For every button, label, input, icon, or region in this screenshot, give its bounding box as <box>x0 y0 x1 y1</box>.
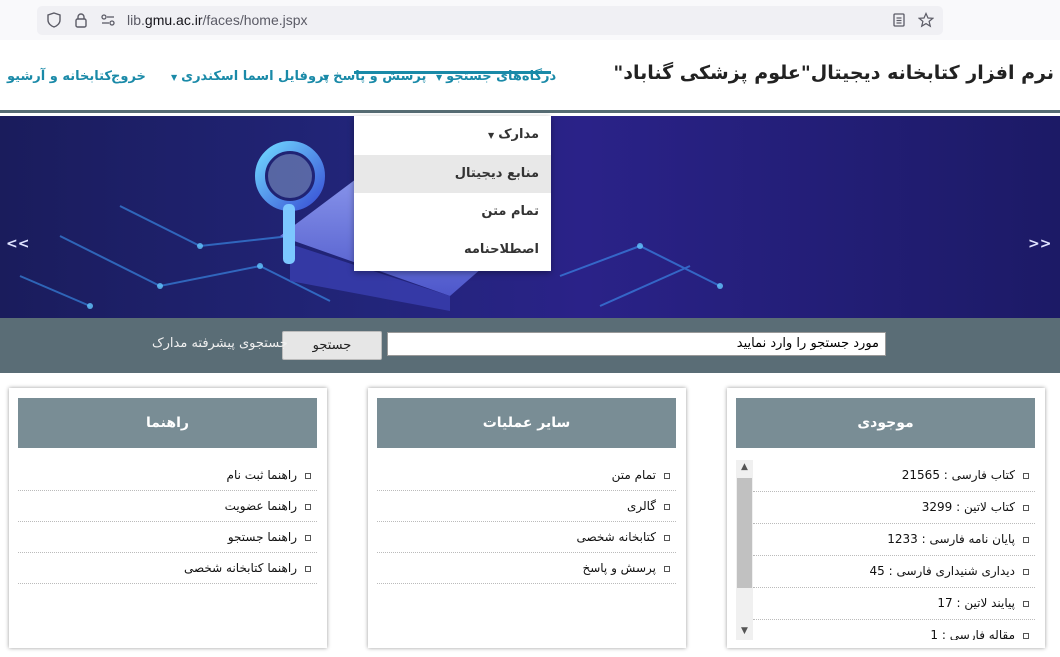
shield-icon[interactable] <box>46 12 62 28</box>
inventory-panel: موجودی ▲ ▼ کتاب فارسی : 21565 کتاب لاتین… <box>727 388 1045 648</box>
nav-library[interactable]: کتابخانه و آرشیو <box>7 69 112 84</box>
scroll-thumb[interactable] <box>737 478 752 588</box>
menu-item-digital-resources[interactable]: منابع دیجیتال <box>354 155 551 193</box>
banner-next-arrow[interactable]: >> <box>1028 236 1051 252</box>
list-item[interactable]: راهنما کتابخانه شخصی <box>18 553 317 584</box>
menu-item-full-text[interactable]: تمام متن <box>354 193 551 231</box>
square-bullet-icon <box>305 565 311 572</box>
nav-logout[interactable]: خروج <box>111 69 146 84</box>
square-bullet-icon <box>664 565 670 572</box>
square-bullet-icon <box>305 472 311 479</box>
square-bullet-icon <box>664 534 670 541</box>
square-bullet-icon <box>305 503 311 510</box>
scroll-up-icon[interactable]: ▲ <box>739 462 750 472</box>
list-item[interactable]: راهنما جستجو <box>18 522 317 553</box>
list-item[interactable]: مقاله فارسی : 1 <box>753 620 1035 640</box>
permissions-icon[interactable] <box>100 12 116 28</box>
list-item[interactable]: کتابخانه شخصی <box>377 522 676 553</box>
list-item[interactable]: پایان نامه فارسی : 1233 <box>753 524 1035 556</box>
menu-item-thesaurus[interactable]: اصطلاحنامه <box>354 231 551 269</box>
chevron-down-icon: ▼ <box>488 131 495 140</box>
search-strip: مورد جستجو را وارد نمایید جستجو جستجوی پ… <box>0 318 1060 373</box>
inventory-scrollbar[interactable]: ▲ ▼ <box>736 460 753 640</box>
other-operations-panel: سایر عملیات تمام متن گالری کتابخانه شخصی… <box>368 388 686 648</box>
active-nav-underline <box>354 71 551 74</box>
nav-profile-label: پروفایل اسما اسکندری <box>181 69 329 84</box>
search-portals-dropdown: مدارک▼ منابع دیجیتال تمام متن اصطلاحنامه <box>354 116 551 271</box>
other-operations-list: تمام متن گالری کتابخانه شخصی پرسش و پاسخ <box>377 460 676 584</box>
site-title: نرم افزار کتابخانه دیجیتال"علوم پزشکی گن… <box>613 62 1054 84</box>
menu-item-documents[interactable]: مدارک▼ <box>354 116 551 154</box>
chevron-down-icon: ▼ <box>171 73 178 82</box>
guide-panel: راهنما راهنما ثبت نام راهنما عضویت راهنم… <box>9 388 327 648</box>
banner-prev-arrow[interactable]: << <box>6 236 29 252</box>
list-item[interactable]: راهنما عضویت <box>18 491 317 522</box>
square-bullet-icon <box>1023 632 1029 639</box>
bookmark-star-icon[interactable] <box>918 12 934 28</box>
square-bullet-icon <box>305 534 311 541</box>
menu-item-documents-label: مدارک <box>498 127 539 142</box>
list-item[interactable]: کتاب لاتین : 3299 <box>753 492 1035 524</box>
address-bar[interactable]: lib.gmu.ac.ir/faces/home.jspx <box>37 6 943 35</box>
other-operations-panel-title: سایر عملیات <box>377 398 676 448</box>
guide-list: راهنما ثبت نام راهنما عضویت راهنما جستجو… <box>18 460 317 584</box>
reader-view-icon[interactable] <box>891 12 907 28</box>
site-header: نرم افزار کتابخانه دیجیتال"علوم پزشکی گن… <box>0 40 1060 113</box>
list-item[interactable]: پیایند لاتین : 17 <box>753 588 1035 620</box>
advanced-search-link[interactable]: جستجوی پیشرفته مدارک <box>152 336 288 351</box>
inventory-panel-title: موجودی <box>736 398 1035 448</box>
list-item[interactable]: دیداری شنیداری فارسی : 45 <box>753 556 1035 588</box>
list-item[interactable]: پرسش و پاسخ <box>377 553 676 584</box>
square-bullet-icon <box>664 503 670 510</box>
square-bullet-icon <box>1023 472 1029 479</box>
nav-profile[interactable]: پروفایل اسما اسکندری▼ <box>171 69 329 84</box>
guide-panel-title: راهنما <box>18 398 317 448</box>
square-bullet-icon <box>664 472 670 479</box>
list-item[interactable]: گالری <box>377 491 676 522</box>
browser-toolbar: lib.gmu.ac.ir/faces/home.jspx <box>0 0 1060 40</box>
square-bullet-icon <box>1023 504 1029 511</box>
search-input[interactable]: مورد جستجو را وارد نمایید <box>387 332 886 356</box>
search-button[interactable]: جستجو <box>282 331 382 360</box>
list-item[interactable]: کتاب فارسی : 21565 <box>753 460 1035 492</box>
list-item[interactable]: راهنما ثبت نام <box>18 460 317 491</box>
scroll-down-icon[interactable]: ▼ <box>739 626 750 636</box>
list-item[interactable]: تمام متن <box>377 460 676 491</box>
square-bullet-icon <box>1023 536 1029 543</box>
lock-icon[interactable] <box>73 12 89 28</box>
inventory-list: کتاب فارسی : 21565 کتاب لاتین : 3299 پای… <box>753 460 1035 640</box>
square-bullet-icon <box>1023 568 1029 575</box>
square-bullet-icon <box>1023 600 1029 607</box>
url-text[interactable]: lib.gmu.ac.ir/faces/home.jspx <box>127 12 308 28</box>
chevron-down-icon: ▼ <box>436 73 443 82</box>
